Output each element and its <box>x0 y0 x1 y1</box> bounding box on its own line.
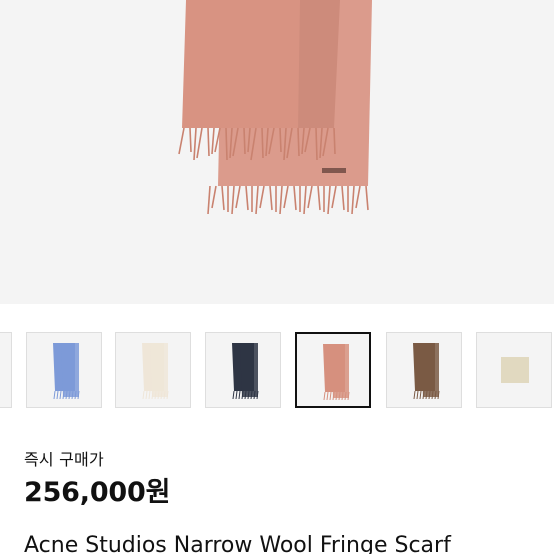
thumbnail-scarf-fringe <box>235 390 238 400</box>
scarf-fringe <box>341 185 345 211</box>
thumbnail-blue[interactable] <box>26 332 102 408</box>
thumbnail-scarf-fringe <box>419 390 422 400</box>
thumbnail-brown[interactable] <box>386 332 462 408</box>
scarf-fringe <box>193 127 197 161</box>
scarf-fringe <box>303 185 307 215</box>
scarf-fringe <box>297 127 300 157</box>
thumbnail-scarf-icon <box>53 343 80 400</box>
thumbnail-scarf-fringe <box>59 390 62 400</box>
scarf-fringe <box>261 127 264 159</box>
thumbnail-scarf-fringe <box>323 391 326 401</box>
product-detail-page: 즉시 구매가 256,000원 Acne Studios Narrow Wool… <box>0 0 554 554</box>
scarf-fringe <box>225 127 228 161</box>
thumbnail-scarf-fringe <box>53 390 56 400</box>
thumbnail-scarf-fringe <box>142 390 145 400</box>
scarf-fringe <box>245 185 249 211</box>
scarf-fringe <box>317 185 321 211</box>
price-value: 256,000원 <box>24 477 171 508</box>
product-hero-image[interactable] <box>0 0 554 304</box>
thumbnail-scarf-shape <box>150 343 168 397</box>
scarf-fringe <box>207 185 211 215</box>
thumbnail-scarf-icon <box>501 357 529 383</box>
scarf-fringe <box>255 185 259 215</box>
scarf-label-patch <box>322 168 346 173</box>
scarf-fringe <box>333 127 336 155</box>
scarf-fringe <box>355 185 361 209</box>
thumbnail-scarf-shape <box>421 343 439 397</box>
scarf-fringe <box>293 185 297 211</box>
thumbnail-partial[interactable] <box>0 332 12 408</box>
scarf-fringe <box>327 185 331 215</box>
scarf-fringe <box>279 127 282 153</box>
thumbnail-scarf-shape <box>331 344 349 398</box>
thumbnail-scarf-fringe <box>416 390 419 400</box>
scarf-fringe <box>283 185 289 209</box>
scarf-fringe <box>307 185 313 209</box>
thumbnail-navy[interactable] <box>205 332 281 408</box>
scarf-fold-shade <box>298 0 340 128</box>
color-thumbnail-strip <box>0 332 554 412</box>
scarf-fringe <box>315 127 318 161</box>
scarf-fringe <box>221 185 225 211</box>
scarf-fringe <box>331 185 337 209</box>
thumbnail-scarf-fringe <box>148 390 151 400</box>
thumbnail-scarf-shape <box>501 357 529 383</box>
thumbnail-cream[interactable] <box>115 332 191 408</box>
thumbnail-scarf-icon <box>413 343 440 400</box>
thumbnail-scarf-icon <box>232 343 259 400</box>
thumbnail-scarf-icon <box>142 343 169 400</box>
scarf-fringe <box>231 185 235 215</box>
scarf-fringe <box>178 127 185 155</box>
thumbnail-scarf-icon <box>0 333 12 408</box>
thumbnail-pink-selected[interactable] <box>295 332 371 408</box>
thumbnail-scarf-icon <box>323 344 350 401</box>
thumbnail-scarf-fringe <box>232 390 235 400</box>
thumbnail-scarf-fringe <box>145 390 148 400</box>
scarf-fringe <box>351 185 355 215</box>
scarf-fringe <box>211 185 217 209</box>
scarf-fringe <box>235 185 241 209</box>
price-label: 즉시 구매가 <box>24 450 104 469</box>
thumbnail-scarf-fringe <box>329 391 332 401</box>
thumbnail-scarf-fringe <box>238 390 241 400</box>
scarf-fringe <box>365 185 369 211</box>
scarf-fringe <box>196 127 203 159</box>
product-title: Acne Studios Narrow Wool Fringe Scarf <box>24 533 451 554</box>
scarf-fringe <box>207 127 210 157</box>
scarf-fringe <box>269 185 273 211</box>
thumbnail-scarf-fringe <box>326 391 329 401</box>
thumbnail-scarf-fringe <box>56 390 59 400</box>
scarf-fringe <box>211 127 215 155</box>
thumbnail-scarf-fringe <box>413 390 416 400</box>
scarf-fringe <box>189 127 192 153</box>
scarf-image <box>178 0 372 215</box>
thumbnail-beige[interactable] <box>476 332 552 408</box>
scarf-fringe <box>243 127 246 155</box>
thumbnail-scarf-shape <box>61 343 79 397</box>
thumbnail-scarf-shape <box>240 343 258 397</box>
scarf-fringe <box>279 185 283 215</box>
scarf-fringe <box>259 185 265 209</box>
